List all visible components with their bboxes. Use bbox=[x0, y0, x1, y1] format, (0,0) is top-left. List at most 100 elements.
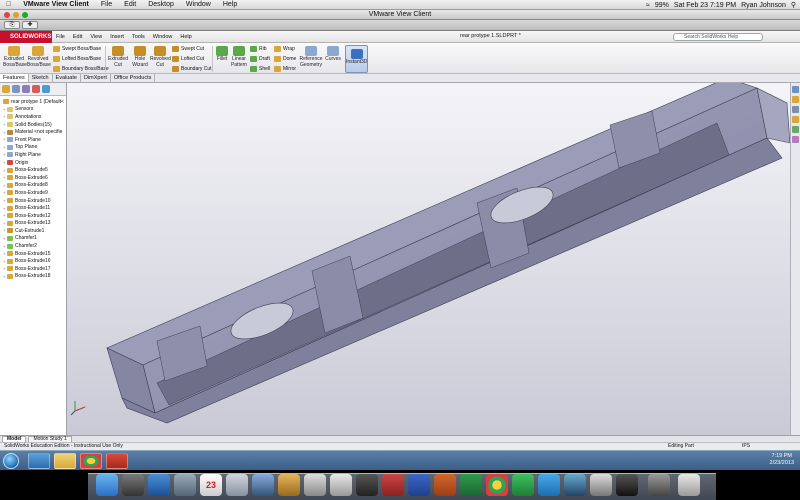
tree-item[interactable]: + Boss-Extrude5 bbox=[0, 166, 66, 174]
spotlight-icon[interactable]: ⚲ bbox=[791, 1, 796, 9]
dimxpertmanager-tab-icon[interactable] bbox=[32, 85, 40, 93]
sw-menu-help[interactable]: Help bbox=[176, 34, 195, 40]
windows-clock[interactable]: 7:19 PM 2/23/2013 bbox=[770, 453, 794, 467]
menu-file[interactable]: File bbox=[95, 1, 118, 8]
spotify-dock-icon[interactable] bbox=[512, 474, 534, 496]
revolved-boss-button[interactable]: Revolved Boss/Base bbox=[27, 46, 51, 68]
trash-dock-icon[interactable] bbox=[678, 474, 700, 496]
tab-sketch[interactable]: Sketch bbox=[29, 74, 53, 82]
dome-button[interactable]: Dome bbox=[274, 56, 296, 62]
menu-help[interactable]: Help bbox=[217, 1, 243, 8]
graphics-area[interactable] bbox=[67, 77, 791, 435]
tree-item[interactable]: + Boss-Extrude11 bbox=[0, 204, 66, 212]
status-units[interactable]: IPS bbox=[742, 443, 750, 450]
apple-icon[interactable]:  bbox=[0, 1, 17, 8]
utility-dock-icon[interactable] bbox=[590, 474, 612, 496]
tree-item[interactable]: + Solid Bodies(15) bbox=[0, 121, 66, 129]
start-button[interactable] bbox=[3, 453, 19, 469]
menu-app-name[interactable]: VMware View Client bbox=[17, 1, 95, 8]
appearances-icon[interactable] bbox=[792, 126, 799, 133]
boundary-boss-button[interactable]: Boundary Boss/Base bbox=[53, 66, 109, 72]
display-manager-tab-icon[interactable] bbox=[42, 85, 50, 93]
menu-desktop[interactable]: Desktop bbox=[142, 1, 180, 8]
excel-dock-icon[interactable] bbox=[460, 474, 482, 496]
iphoto-dock-icon[interactable] bbox=[278, 474, 300, 496]
tree-item[interactable]: + Boss-Extrude16 bbox=[0, 257, 66, 265]
safari-dock-icon[interactable] bbox=[252, 474, 274, 496]
ie-taskbar-icon[interactable] bbox=[28, 453, 50, 469]
boundary-cut-button[interactable]: Boundary Cut bbox=[172, 66, 212, 72]
wrap-button[interactable]: Wrap bbox=[274, 46, 295, 52]
downloads-stack-icon[interactable] bbox=[648, 474, 670, 496]
tree-item[interactable]: + Chamfer2 bbox=[0, 242, 66, 250]
itunes-dock-icon[interactable] bbox=[382, 474, 404, 496]
curves-button[interactable]: Curves bbox=[324, 46, 342, 63]
tree-item[interactable]: + Boss-Extrude18 bbox=[0, 273, 66, 281]
chrome-taskbar-icon[interactable] bbox=[80, 453, 102, 469]
tree-item[interactable]: + Boss-Extrude15 bbox=[0, 250, 66, 258]
help-search-input[interactable]: Search SolidWorks Help bbox=[673, 33, 763, 41]
reference-geometry-button[interactable]: Reference Geometry bbox=[299, 46, 323, 68]
sw-menu-view[interactable]: View bbox=[86, 34, 106, 40]
chrome-dock-icon[interactable] bbox=[486, 474, 508, 496]
mail-dock-icon[interactable] bbox=[174, 474, 196, 496]
featuremanager-tab-icon[interactable] bbox=[2, 85, 10, 93]
zoom-window-icon[interactable] bbox=[22, 12, 28, 18]
configurationmanager-tab-icon[interactable] bbox=[22, 85, 30, 93]
solidworks-resources-icon[interactable] bbox=[792, 86, 799, 93]
close-window-icon[interactable] bbox=[4, 12, 10, 18]
draft-button[interactable]: Draft bbox=[250, 56, 270, 62]
menu-window[interactable]: Window bbox=[180, 1, 217, 8]
tab-dimxpert[interactable]: DimXpert bbox=[81, 74, 111, 82]
extruded-cut-button[interactable]: Extruded Cut bbox=[107, 46, 129, 68]
linear-pattern-button[interactable]: Linear Pattern bbox=[230, 46, 248, 68]
menu-edit[interactable]: Edit bbox=[118, 1, 142, 8]
sw-menu-file[interactable]: File bbox=[52, 34, 69, 40]
tab-evaluate[interactable]: Evaluate bbox=[53, 74, 81, 82]
preview-dock-icon[interactable] bbox=[226, 474, 248, 496]
app-store-dock-icon[interactable] bbox=[148, 474, 170, 496]
wifi-icon[interactable]: ≈ bbox=[646, 2, 650, 9]
lofted-cut-button[interactable]: Lofted Cut bbox=[172, 56, 204, 62]
tree-root-part[interactable]: rear protype 1 (Default< bbox=[0, 98, 66, 106]
tree-item[interactable]: + Boss-Extrude9 bbox=[0, 189, 66, 197]
send-keys-icon[interactable]: ✚ bbox=[22, 21, 38, 29]
tree-item[interactable]: + Boss-Extrude8 bbox=[0, 182, 66, 190]
ctrl-alt-del-icon[interactable]: ⎘ bbox=[4, 21, 20, 29]
calendar-dock-icon[interactable]: 23 bbox=[200, 474, 222, 496]
photo-booth-dock-icon[interactable] bbox=[304, 474, 326, 496]
extruded-boss-button[interactable]: Extruded Boss/Base bbox=[3, 46, 27, 68]
tree-item[interactable]: + Boss-Extrude13 bbox=[0, 220, 66, 228]
file-explorer-icon[interactable] bbox=[792, 106, 799, 113]
solidworks-logo[interactable]: SOLIDWORKS bbox=[0, 30, 52, 43]
menubar-clock[interactable]: Sat Feb 23 7:19 PM bbox=[674, 2, 736, 9]
instant3d-button[interactable]: Instant3D bbox=[345, 45, 368, 73]
sw-menu-window[interactable]: Window bbox=[149, 34, 177, 40]
propertymanager-tab-icon[interactable] bbox=[12, 85, 20, 93]
finder-dock-icon[interactable] bbox=[96, 474, 118, 496]
mirror-button[interactable]: Mirror bbox=[274, 66, 296, 72]
skype-dock-icon[interactable] bbox=[538, 474, 560, 496]
shell-button[interactable]: Shell bbox=[250, 66, 270, 72]
design-library-icon[interactable] bbox=[792, 96, 799, 103]
tree-item[interactable]: + Front Plane bbox=[0, 136, 66, 144]
launchpad-dock-icon[interactable] bbox=[122, 474, 144, 496]
tab-features[interactable]: Features bbox=[0, 74, 29, 82]
fillet-button[interactable]: Fillet bbox=[214, 46, 230, 63]
tab-office-products[interactable]: Office Products bbox=[111, 74, 156, 82]
system-preferences-dock-icon[interactable] bbox=[330, 474, 352, 496]
explorer-taskbar-icon[interactable] bbox=[54, 453, 76, 469]
lofted-boss-button[interactable]: Lofted Boss/Base bbox=[53, 56, 101, 62]
tree-item[interactable]: + Annotations bbox=[0, 113, 66, 121]
powerpoint-dock-icon[interactable] bbox=[434, 474, 456, 496]
tree-item[interactable]: + Boss-Extrude17 bbox=[0, 265, 66, 273]
rib-button[interactable]: Rib bbox=[250, 46, 267, 52]
sw-menu-tools[interactable]: Tools bbox=[128, 34, 149, 40]
app-dock-icon[interactable] bbox=[616, 474, 638, 496]
swept-boss-button[interactable]: Swept Boss/Base bbox=[53, 46, 101, 52]
hole-wizard-button[interactable]: Hole Wizard bbox=[130, 46, 150, 68]
custom-properties-icon[interactable] bbox=[792, 136, 799, 143]
tree-item[interactable]: + Top Plane bbox=[0, 144, 66, 152]
terminal-dock-icon[interactable] bbox=[356, 474, 378, 496]
vmware-view-dock-icon[interactable] bbox=[564, 474, 586, 496]
